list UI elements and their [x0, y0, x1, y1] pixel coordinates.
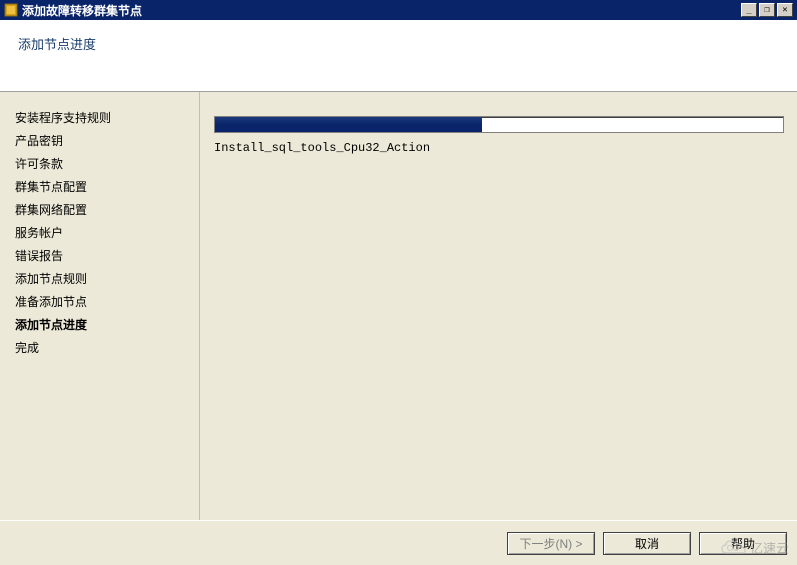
window-title: 添加故障转移群集节点 — [22, 2, 741, 19]
wizard-header: 添加节点进度 — [0, 20, 797, 92]
sidebar-step-prepare-add-node: 准备添加节点 — [15, 290, 199, 313]
sidebar-step-license: 许可条款 — [15, 152, 199, 175]
window-controls: _ ❐ ✕ — [741, 3, 793, 17]
page-title: 添加节点进度 — [18, 34, 779, 53]
sidebar-step-complete: 完成 — [15, 336, 199, 359]
wizard-footer: 下一步(N) > 取消 帮助 — [0, 520, 797, 565]
help-button[interactable]: 帮助 — [699, 532, 787, 555]
progress-fill — [215, 117, 482, 132]
maximize-button[interactable]: ❐ — [759, 3, 775, 17]
sidebar-step-cluster-node-config: 群集节点配置 — [15, 175, 199, 198]
sidebar-step-product-key: 产品密钥 — [15, 129, 199, 152]
wizard-steps-sidebar: 安装程序支持规则 产品密钥 许可条款 群集节点配置 群集网络配置 服务帐户 错误… — [0, 92, 200, 520]
sidebar-step-cluster-network-config: 群集网络配置 — [15, 198, 199, 221]
sidebar-step-error-report: 错误报告 — [15, 244, 199, 267]
sidebar-step-install-rules: 安装程序支持规则 — [15, 106, 199, 129]
sidebar-step-add-node-progress: 添加节点进度 — [15, 313, 199, 336]
cancel-button[interactable]: 取消 — [603, 532, 691, 555]
main-panel: Install_sql_tools_Cpu32_Action — [200, 92, 797, 520]
minimize-button[interactable]: _ — [741, 3, 757, 17]
sidebar-step-add-node-rules: 添加节点规则 — [15, 267, 199, 290]
next-button[interactable]: 下一步(N) > — [507, 532, 595, 555]
sidebar-step-service-account: 服务帐户 — [15, 221, 199, 244]
content-area: 安装程序支持规则 产品密钥 许可条款 群集节点配置 群集网络配置 服务帐户 错误… — [0, 92, 797, 520]
titlebar: 添加故障转移群集节点 _ ❐ ✕ — [0, 0, 797, 20]
progress-status-text: Install_sql_tools_Cpu32_Action — [214, 141, 785, 155]
progress-bar — [214, 116, 784, 133]
close-button[interactable]: ✕ — [777, 3, 793, 17]
app-icon — [4, 3, 18, 17]
